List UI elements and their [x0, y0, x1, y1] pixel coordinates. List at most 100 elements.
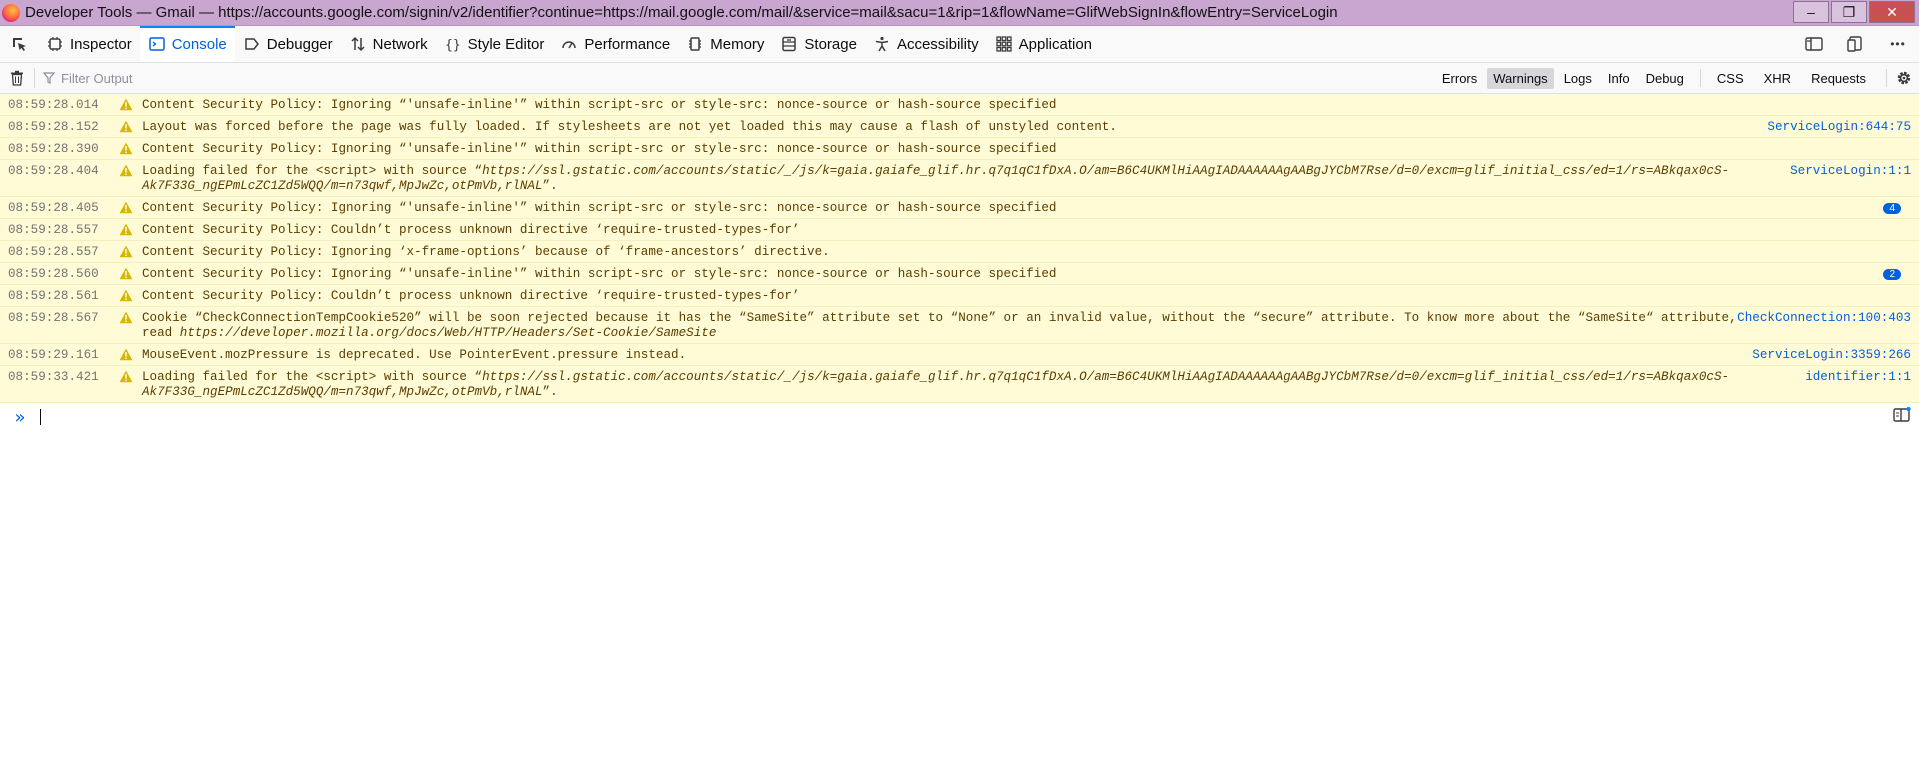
style-editor-icon: {} [444, 35, 462, 53]
message-timestamp: 08:59:29.161 [8, 348, 99, 362]
message-text-prefix: Loading failed for the <script> with sou… [142, 370, 483, 384]
warning-icon [118, 245, 134, 258]
warning-icon [118, 267, 134, 280]
tab-network[interactable]: Network [341, 26, 436, 62]
text-cursor [40, 409, 41, 425]
dock-options-button[interactable] [1835, 36, 1877, 52]
debugger-icon [243, 35, 261, 53]
split-console-icon [1805, 37, 1823, 51]
filter-output-input[interactable] [59, 69, 463, 87]
memory-icon [686, 35, 704, 53]
editor-mode-toggle-button[interactable] [1893, 406, 1911, 428]
storage-icon [780, 35, 798, 53]
message-timestamp: 08:59:28.390 [8, 142, 99, 156]
tab-label: Inspector [70, 35, 132, 53]
application-icon [995, 35, 1013, 53]
editor-mode-icon [1893, 406, 1911, 422]
gear-icon [1897, 71, 1911, 85]
console-message[interactable]: 08:59:28.560 Content Security Policy: Ign… [0, 263, 1919, 285]
warning-icon [118, 223, 134, 236]
tab-console[interactable]: Console [139, 26, 235, 62]
message-text: Layout was forced before the page was fu… [142, 120, 1117, 134]
tab-accessibility[interactable]: Accessibility [865, 26, 987, 62]
console-message[interactable]: 08:59:33.421 Loading failed for the <scri… [0, 366, 1919, 403]
element-picker-icon [13, 38, 26, 51]
accessibility-icon [873, 35, 891, 53]
warning-icon [118, 348, 134, 361]
tab-storage[interactable]: Storage [772, 26, 865, 62]
console-message[interactable]: 08:59:28.014 Content Security Policy: Ign… [0, 94, 1919, 116]
message-text-suffix: ”. [542, 385, 558, 399]
message-text: Content Security Policy: Couldn’t proces… [142, 289, 800, 303]
tab-memory[interactable]: Memory [678, 26, 772, 62]
console-message[interactable]: 08:59:28.152 Layout was forced before the… [0, 116, 1919, 138]
message-text: Loading failed for the <script> with sou… [142, 370, 1919, 400]
warning-icon [118, 311, 134, 324]
console-input-row[interactable]: » [0, 403, 1919, 429]
tab-label: Application [1018, 35, 1093, 53]
tab-label: Debugger [266, 35, 333, 53]
filter-logs-button[interactable]: Logs [1558, 68, 1598, 89]
console-filter-bar: ErrorsWarningsLogsInfoDebug CSS XHR Reques… [0, 63, 1919, 94]
filter-css-button[interactable]: CSS [1711, 68, 1750, 89]
tab-application[interactable]: Application [987, 26, 1100, 62]
firefox-logo-icon [2, 3, 20, 22]
tab-label: Network [372, 35, 428, 53]
filter-xhr-button[interactable]: XHR [1758, 68, 1797, 89]
console-settings-button[interactable] [1889, 69, 1919, 87]
toolbar-right-controls: ••• [1793, 26, 1919, 62]
tab-performance[interactable]: Performance [552, 26, 678, 62]
toggle-split-console-button[interactable] [1793, 36, 1835, 52]
message-text-suffix: ”. [542, 179, 558, 193]
repeat-count-badge: 4 [1883, 203, 1901, 214]
console-message[interactable]: 08:59:28.404 Loading failed for the <scri… [0, 160, 1919, 197]
devtools-toolbar: Inspector Console Debugger Network {} Style E… [0, 26, 1919, 63]
message-timestamp: 08:59:28.560 [8, 267, 99, 281]
console-message[interactable]: 08:59:28.405 Content Security Policy: Ign… [0, 197, 1919, 219]
console-output: 08:59:28.014 Content Security Policy: Ign… [0, 94, 1919, 403]
console-message[interactable]: 08:59:28.557 Content Security Policy: Cou… [0, 219, 1919, 241]
message-timestamp: 08:59:28.152 [8, 120, 99, 134]
level-separator [1699, 69, 1701, 87]
maximize-button[interactable]: ❐ [1831, 1, 1867, 23]
more-options-button[interactable]: ••• [1877, 37, 1919, 51]
clear-console-button[interactable] [0, 70, 34, 86]
message-location-link[interactable]: identifier:1:1 [1805, 370, 1911, 385]
message-location-link[interactable]: ServiceLogin:644:75 [1767, 120, 1911, 135]
message-location-link[interactable]: ServiceLogin:3359:266 [1752, 348, 1911, 363]
filter-errors-button[interactable]: Errors [1436, 68, 1483, 89]
message-timestamp: 08:59:28.557 [8, 223, 99, 237]
message-timestamp: 08:59:28.561 [8, 289, 99, 303]
console-message[interactable]: 08:59:28.561 Content Security Policy: Cou… [0, 285, 1919, 307]
message-text-prefix: Loading failed for the <script> with sou… [142, 164, 483, 178]
message-text: Content Security Policy: Ignoring “'unsa… [142, 201, 1057, 215]
close-window-button[interactable]: ✕ [1869, 1, 1915, 23]
message-location-link[interactable]: ServiceLogin:1:1 [1790, 164, 1911, 179]
inspector-icon [46, 35, 64, 53]
performance-icon [560, 35, 578, 53]
filter-info-button[interactable]: Info [1602, 68, 1636, 89]
tab-label: Accessibility [896, 35, 979, 53]
minimize-button[interactable]: – [1793, 1, 1829, 23]
element-picker-button[interactable] [0, 26, 38, 62]
trash-icon [11, 70, 23, 86]
tab-debugger[interactable]: Debugger [235, 26, 341, 62]
console-message[interactable]: 08:59:28.567 Cookie “CheckConnectionTempC… [0, 307, 1919, 344]
filter-separator [34, 68, 35, 88]
filter-field [43, 69, 463, 87]
filter-requests-button[interactable]: Requests [1805, 68, 1872, 89]
console-message[interactable]: 08:59:28.557 Content Security Policy: Ign… [0, 241, 1919, 263]
message-location-link[interactable]: CheckConnection:100:403 [1737, 311, 1911, 326]
tab-inspector[interactable]: Inspector [38, 26, 140, 62]
message-text: Content Security Policy: Ignoring “'unsa… [142, 98, 1057, 112]
tab-label: Memory [710, 35, 765, 53]
message-text: MouseEvent.mozPressure is deprecated. Us… [142, 348, 687, 362]
filter-icon [43, 72, 55, 84]
console-message[interactable]: 08:59:29.161 MouseEvent.mozPressure is de… [0, 344, 1919, 366]
filter-debug-button[interactable]: Debug [1640, 68, 1690, 89]
console-message[interactable]: 08:59:28.390 Content Security Policy: Ign… [0, 138, 1919, 160]
message-source-url[interactable]: https://developer.mozilla.org/docs/Web/H… [180, 326, 717, 340]
tab-style-editor[interactable]: {} Style Editor [436, 26, 553, 62]
filter-warnings-button[interactable]: Warnings [1487, 67, 1554, 89]
message-text: Content Security Policy: Ignoring ‘x-fra… [142, 245, 830, 259]
